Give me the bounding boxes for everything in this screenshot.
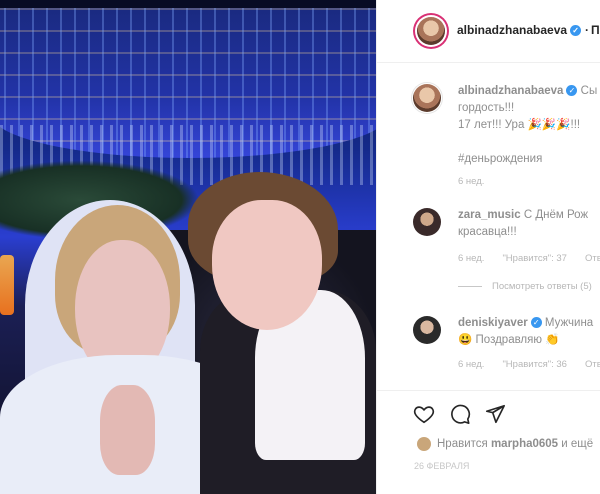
likes-prefix: Нравится (437, 438, 488, 451)
comment-text: zara_music С Днём Рож красавца!!! (458, 207, 588, 241)
verified-badge-icon: ✓ (570, 25, 582, 37)
follow-button[interactable]: П (591, 23, 600, 37)
caption-author[interactable]: albinadzhanabaeva (458, 85, 563, 97)
likes-suffix[interactable]: и ещё (561, 438, 593, 450)
post-date[interactable]: 26 февраля (414, 461, 469, 471)
verified-badge-icon: ✓ (530, 317, 542, 329)
party-popper-icon: 🎉🎉🎉 (527, 119, 571, 131)
commenter-avatar[interactable] (413, 208, 441, 236)
author-avatar[interactable] (417, 17, 445, 45)
grinning-face-icon: 😃 (458, 334, 473, 346)
author-username[interactable]: albinadzhanabaeva (457, 23, 567, 37)
share-icon[interactable] (484, 403, 506, 425)
liker-username[interactable]: marpha0605 (491, 438, 558, 450)
comment-likes[interactable]: "Нравится": 37 (502, 253, 567, 264)
comment-line2: красавца!!! (458, 226, 517, 238)
verified-badge-icon: ✓ (566, 85, 578, 97)
man-face (212, 200, 322, 330)
replies-divider (458, 285, 482, 287)
comment-author[interactable]: zara_music (458, 209, 521, 221)
caption-avatar[interactable] (413, 84, 441, 112)
comment-meta: 6 нед. "Нравится": 36 Ответ (458, 359, 600, 370)
caption-time[interactable]: 6 нед. (458, 176, 484, 187)
comment-line2: Поздравляю (475, 334, 542, 346)
view-replies-button[interactable]: Посмотреть ответы (5) (458, 281, 592, 292)
post-side-panel: albinadzhanabaeva ✓ · П albinadzhanabaeva ✓ … (376, 0, 600, 494)
liker-avatar (417, 437, 431, 451)
comment-likes[interactable]: "Нравится": 36 (502, 359, 567, 370)
commenter-avatar[interactable] (413, 316, 441, 344)
reply-button[interactable]: Ответ (585, 253, 600, 264)
comment-time[interactable]: 6 нед. (458, 253, 484, 264)
comment-author[interactable]: deniskiyaver (458, 317, 528, 329)
caption-meta: 6 нед. (458, 176, 502, 187)
caption-line2: гордость!!! (458, 102, 515, 114)
separator-dot: · (585, 23, 590, 37)
woman-hand (100, 385, 155, 475)
reply-button[interactable]: Ответ (585, 359, 600, 370)
caption-line3-end: !!! (570, 119, 581, 131)
caption-line3: 17 лет!!! Ура (458, 119, 525, 131)
comment-time[interactable]: 6 нед. (458, 359, 484, 370)
post-header: albinadzhanabaeva ✓ · П (377, 0, 600, 63)
caption-text: albinadzhanabaeva ✓ Сы гордость!!! 17 лет… (458, 83, 597, 168)
comment-meta: 6 нед. "Нравится": 37 Ответ (458, 253, 600, 264)
hashtag-link[interactable]: #деньрождения (458, 153, 542, 165)
street-lamp (0, 255, 14, 315)
comment-line1: Мужчина (544, 317, 594, 329)
caption-line1: Сы (580, 85, 598, 97)
comment-line1: С Днём Рож (523, 209, 589, 221)
comment-icon[interactable] (449, 403, 471, 425)
comment-text: deniskiyaver ✓ Мужчина 😃 Поздравляю 👏 (458, 315, 593, 349)
view-replies-label: Посмотреть ответы (5) (492, 281, 592, 292)
likes-summary: Нравится marpha0605 и ещё (417, 437, 593, 451)
post-photo[interactable] (0, 0, 376, 494)
post-actions: Нравится marpha0605 и ещё 26 февраля (377, 390, 600, 494)
heart-icon[interactable] (413, 403, 435, 425)
clapping-hands-icon: 👏 (545, 334, 560, 346)
